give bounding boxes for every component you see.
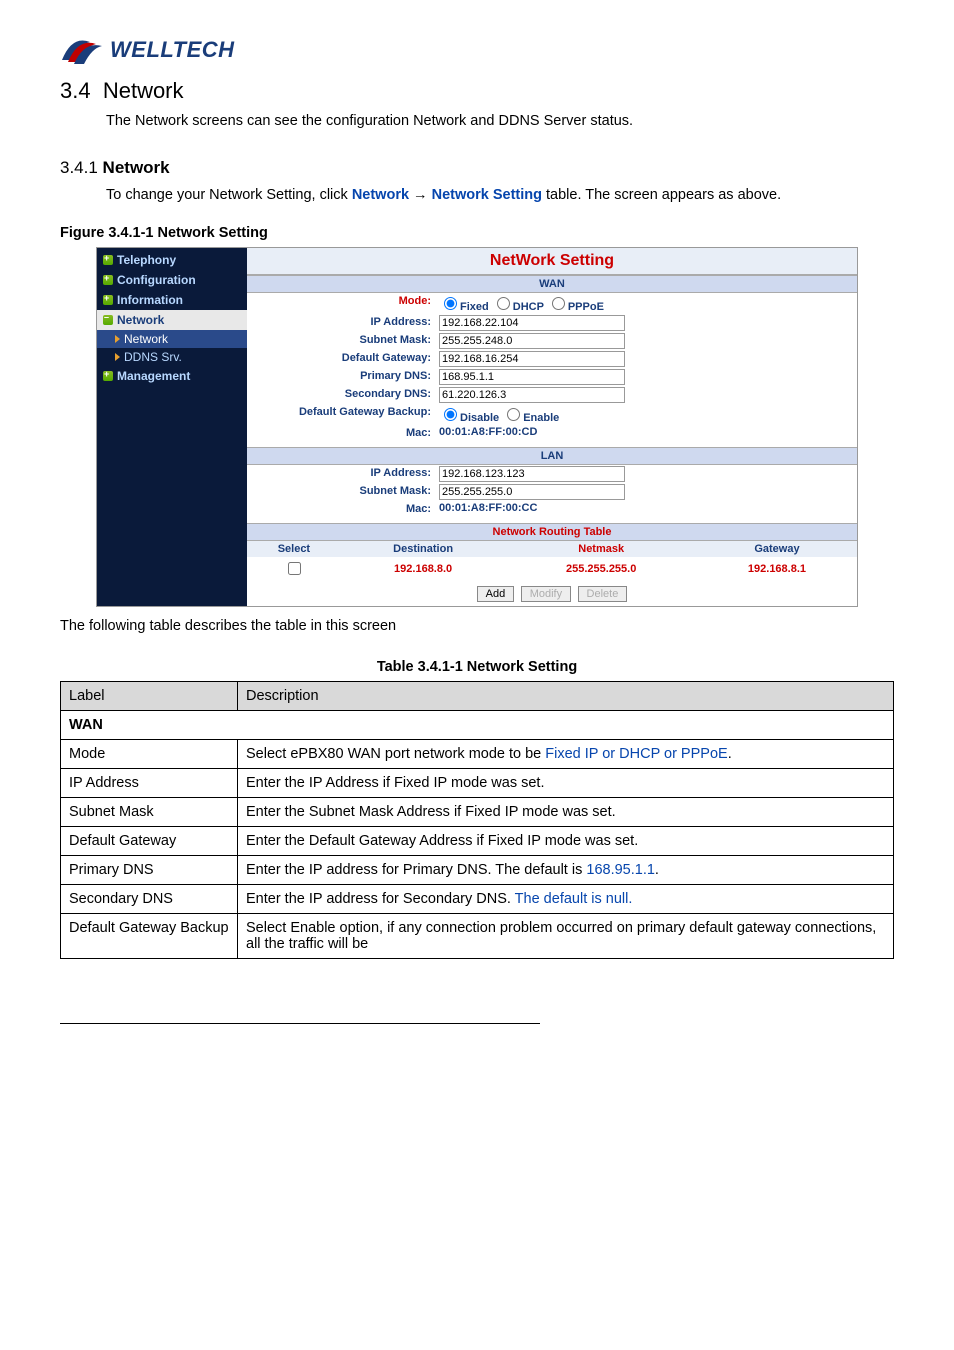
sidebar-item-information[interactable]: Information	[97, 290, 247, 310]
sidebar-item-telephony[interactable]: Telephony	[97, 250, 247, 270]
lan-mask-input[interactable]	[439, 484, 625, 500]
plus-icon	[103, 371, 113, 381]
figure-caption: Figure 3.4.1-1 Network Setting	[60, 225, 894, 241]
wan-pdns-input[interactable]	[439, 369, 625, 385]
sidebar-sub-ddns[interactable]: DDNS Srv.	[97, 348, 247, 366]
row-select-checkbox[interactable]	[288, 562, 301, 575]
link-network: Network	[352, 187, 409, 203]
sidebar-item-configuration[interactable]: Configuration	[97, 270, 247, 290]
table-row: 192.168.8.0 255.255.255.0 192.168.8.1	[247, 557, 857, 580]
modify-button[interactable]: Modify	[521, 586, 571, 602]
table-row: Mode Select ePBX80 WAN port network mode…	[61, 739, 894, 768]
lan-ip-input[interactable]	[439, 466, 625, 482]
sidebar-item-management[interactable]: Management	[97, 366, 247, 386]
add-button[interactable]: Add	[477, 586, 515, 602]
mode-pppoe-radio[interactable]	[552, 297, 565, 310]
table-row: Secondary DNS Enter the IP address for S…	[61, 884, 894, 913]
table-row: Primary DNS Enter the IP address for Pri…	[61, 855, 894, 884]
section-intro: The Network screens can see the configur…	[106, 108, 894, 136]
logo: WELLTECH	[60, 30, 894, 70]
wan-mode[interactable]: Fixed DHCP PPPoE	[435, 293, 857, 314]
link-network-setting: Network Setting	[432, 187, 542, 203]
description-table: Label Description WAN Mode Select ePBX80…	[60, 681, 894, 959]
table-row: IP AddressEnter the IP Address if Fixed …	[61, 768, 894, 797]
plus-icon	[103, 255, 113, 265]
subsection-heading: 3.4.1 Network	[60, 158, 894, 178]
routing-header: Network Routing Table	[247, 523, 857, 541]
table-row: Default Gateway BackupSelect Enable opti…	[61, 913, 894, 958]
sidebar: Telephony Configuration Information Netw…	[97, 248, 247, 606]
gwbk-disable-radio[interactable]	[444, 408, 457, 421]
wan-gw-input[interactable]	[439, 351, 625, 367]
logo-icon	[60, 30, 110, 70]
table-row: Subnet MaskEnter the Subnet Mask Address…	[61, 797, 894, 826]
wan-header: WAN	[247, 275, 857, 293]
table-caption: Table 3.4.1-1 Network Setting	[60, 659, 894, 675]
content-panel: NetWork Setting WAN Mode: Fixed DHCP PPP…	[247, 248, 857, 606]
plus-icon	[103, 295, 113, 305]
wan-sdns-input[interactable]	[439, 387, 625, 403]
lan-header: LAN	[247, 447, 857, 465]
subsection-intro: To change your Network Setting, click Ne…	[106, 182, 894, 210]
panel-title: NetWork Setting	[247, 248, 857, 275]
sidebar-sub-network[interactable]: Network	[97, 330, 247, 348]
mode-dhcp-radio[interactable]	[497, 297, 510, 310]
delete-button[interactable]: Delete	[578, 586, 628, 602]
plus-icon	[103, 275, 113, 285]
wan-ip-input[interactable]	[439, 315, 625, 331]
minus-icon	[103, 315, 113, 325]
lan-mac: 00:01:A8:FF:00:CC	[435, 501, 857, 517]
section-heading: 3.4 Network	[60, 78, 894, 104]
screenshot: Telephony Configuration Information Netw…	[96, 247, 858, 607]
routing-table: Select Destination Netmask Gateway 192.1…	[247, 541, 857, 580]
logo-text: WELLTECH	[110, 37, 235, 63]
following-text: The following table describes the table …	[60, 613, 894, 641]
arrow-icon	[115, 353, 120, 361]
mode-fixed-radio[interactable]	[444, 297, 457, 310]
wan-mac: 00:01:A8:FF:00:CD	[435, 425, 857, 441]
table-row: Default GatewayEnter the Default Gateway…	[61, 826, 894, 855]
wan-mask-input[interactable]	[439, 333, 625, 349]
sidebar-item-network[interactable]: Network	[97, 310, 247, 330]
footer-rule	[60, 1023, 540, 1024]
arrow-icon	[115, 335, 120, 343]
gwbk-enable-radio[interactable]	[507, 408, 520, 421]
